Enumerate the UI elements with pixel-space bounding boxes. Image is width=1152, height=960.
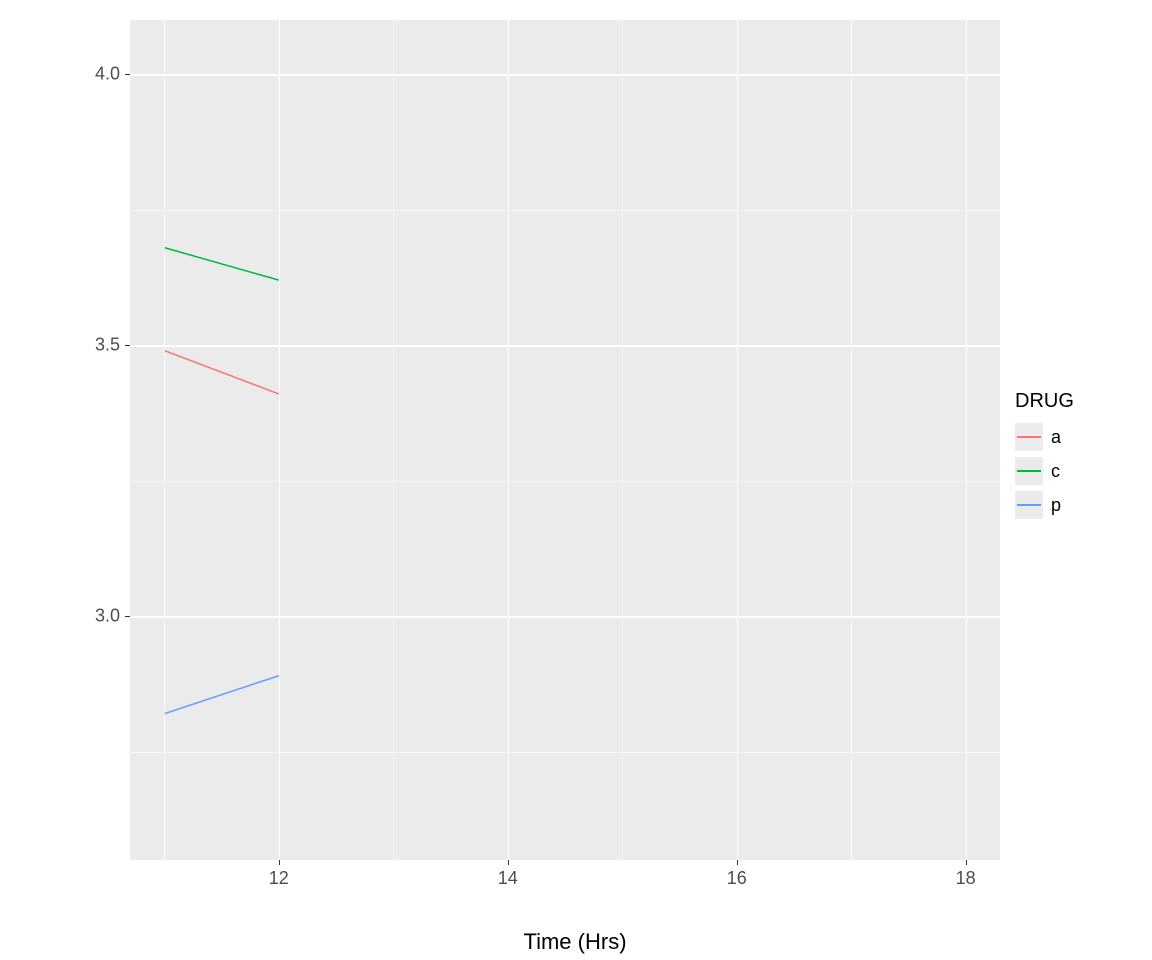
grid-line-h [130, 616, 1000, 618]
legend-key [1015, 457, 1043, 485]
legend: DRUG acp [1015, 390, 1115, 525]
series-line-p [164, 676, 278, 714]
x-tick-mark [966, 860, 967, 865]
grid-line-v [279, 20, 281, 860]
grid-line-h [130, 74, 1000, 76]
legend-key [1015, 423, 1043, 451]
grid-line-v [508, 20, 510, 860]
plot-area [130, 20, 1000, 860]
x-axis-label: Time (Hrs) [523, 929, 626, 955]
legend-items: acp [1015, 423, 1115, 519]
legend-line-icon [1017, 436, 1041, 438]
chart-container: Forced Expiratory Volume (1 min) Time (H… [25, 10, 1125, 950]
legend-item-c: c [1015, 457, 1115, 485]
legend-line-icon [1017, 470, 1041, 472]
x-tick-label: 12 [269, 868, 289, 889]
grid-line-v [737, 20, 739, 860]
y-tick-mark [125, 74, 130, 75]
series-line-a [164, 351, 278, 394]
x-tick-label: 16 [727, 868, 747, 889]
x-tick-label: 18 [956, 868, 976, 889]
legend-title: DRUG [1015, 390, 1115, 413]
grid-line-h [130, 345, 1000, 347]
grid-line-minor-v [393, 20, 394, 860]
y-tick-label: 3.5 [95, 335, 120, 356]
y-tick-mark [125, 345, 130, 346]
grid-line-v [966, 20, 968, 860]
legend-line-icon [1017, 504, 1041, 506]
x-tick-mark [508, 860, 509, 865]
grid-line-minor-v [622, 20, 623, 860]
series-line-c [164, 248, 278, 281]
y-tick-label: 3.0 [95, 606, 120, 627]
grid-line-minor-h [130, 481, 1000, 482]
x-tick-mark [737, 860, 738, 865]
x-tick-label: 14 [498, 868, 518, 889]
legend-label: p [1051, 495, 1061, 516]
legend-item-a: a [1015, 423, 1115, 451]
legend-label: a [1051, 427, 1061, 448]
legend-key [1015, 491, 1043, 519]
legend-item-p: p [1015, 491, 1115, 519]
y-tick-label: 4.0 [95, 64, 120, 85]
y-tick-mark [125, 616, 130, 617]
chart-lines [130, 20, 1000, 860]
grid-line-minor-h [130, 210, 1000, 211]
grid-line-minor-v [851, 20, 852, 860]
grid-line-minor-v [164, 20, 165, 860]
legend-label: c [1051, 461, 1060, 482]
grid-line-minor-h [130, 752, 1000, 753]
x-tick-mark [279, 860, 280, 865]
